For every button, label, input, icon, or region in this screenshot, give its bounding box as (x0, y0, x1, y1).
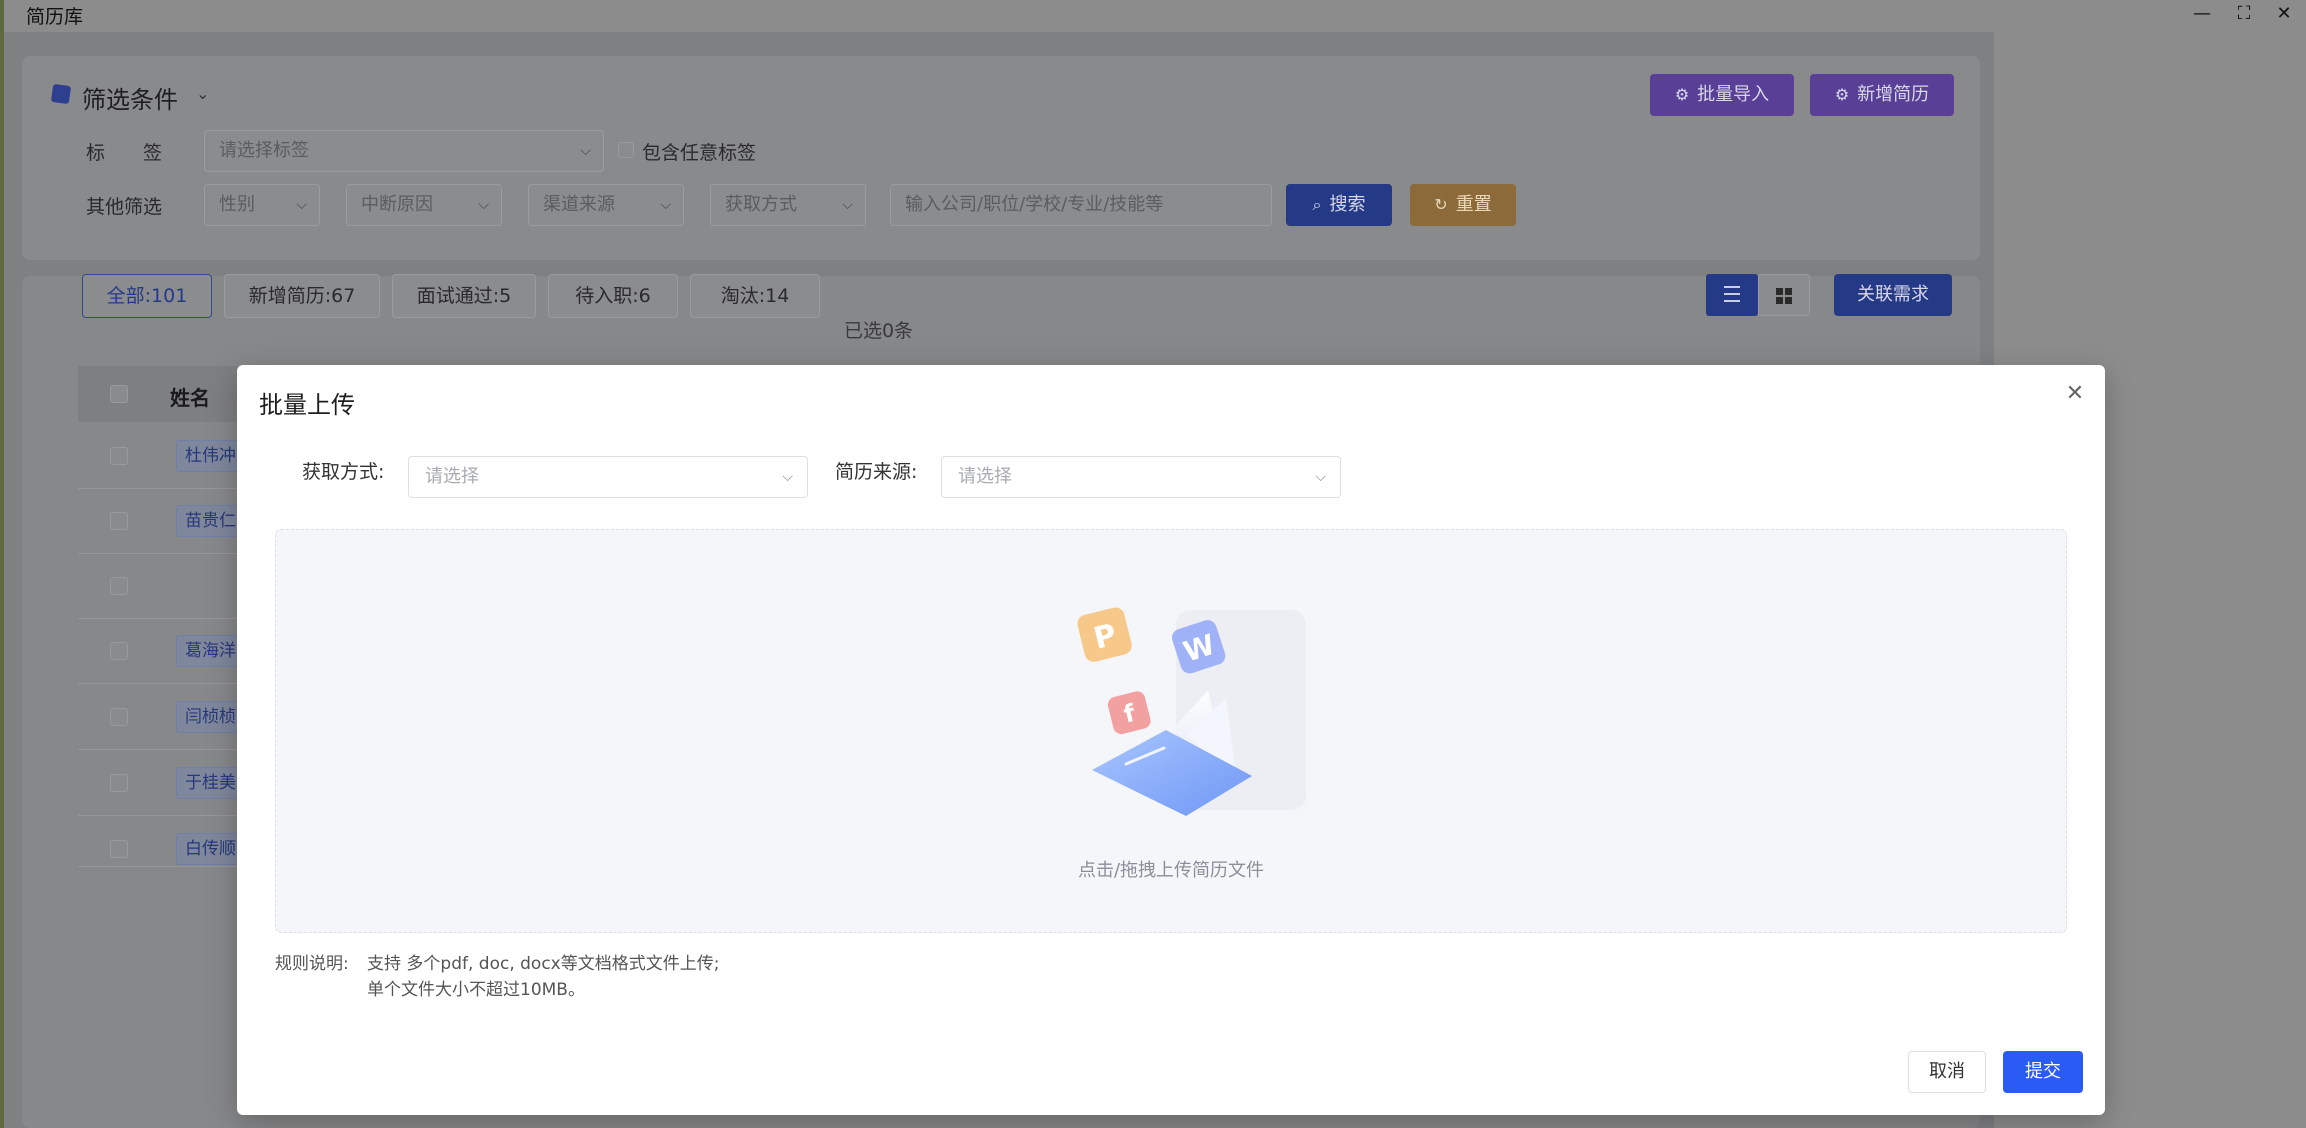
grid-icon (1776, 288, 1792, 304)
file-upload-illustration-icon: P W f (1077, 607, 1306, 816)
rules-line-1: 支持 多个pdf, doc, docx等文档格式文件上传; (367, 954, 720, 974)
include-any-tag-label: 包含任意标签 (642, 142, 757, 164)
search-button[interactable]: ⌕ 搜索 (1286, 184, 1392, 226)
close-icon[interactable]: ✕ (2060, 379, 2090, 409)
title-bar: 简历库 (4, 0, 2306, 32)
robot-icon: ⚙ (1674, 85, 1690, 104)
refresh-icon: ↻ (1434, 195, 1448, 214)
row-checkbox[interactable] (110, 447, 128, 465)
reset-button[interactable]: ↻ 重置 (1410, 184, 1516, 226)
other-filter-label: 其他筛选 (86, 196, 163, 218)
candidate-name-tag[interactable]: 苗贵仁 (176, 505, 245, 537)
grid-view-button[interactable] (1758, 274, 1810, 316)
candidate-name-tag[interactable]: 闫桢桢 (176, 701, 245, 733)
row-checkbox[interactable] (110, 840, 128, 858)
cancel-button[interactable]: 取消 (1908, 1051, 1986, 1093)
channel-source-select[interactable]: 渠道来源 ⌵ (528, 184, 684, 226)
table-header: 姓名 (78, 366, 246, 422)
tab-eliminated[interactable]: 淘汰:14 (690, 274, 820, 318)
tab-pending-onboard[interactable]: 待入职:6 (548, 274, 678, 318)
selected-count: 已选0条 (844, 320, 914, 342)
dialog-title: 批量上传 (259, 391, 355, 419)
interrupt-reason-select[interactable]: 中断原因 ⌵ (346, 184, 502, 226)
list-icon (1724, 286, 1740, 302)
minimize-button[interactable]: — (2180, 0, 2224, 30)
row-checkbox[interactable] (110, 642, 128, 660)
link-demand-button[interactable]: 关联需求 (1834, 274, 1952, 316)
close-window-button[interactable]: ✕ (2262, 0, 2306, 30)
batch-upload-dialog: 批量上传 ✕ 获取方式: 请选择 ⌵ 简历来源: 请选择 ⌵ P W f 点击/… (237, 365, 2105, 1115)
filter-title: 筛选条件 (82, 86, 178, 114)
tab-all[interactable]: 全部:101 (82, 274, 212, 318)
batch-import-button[interactable]: ⚙ 批量导入 (1650, 74, 1794, 116)
candidate-name-tag[interactable]: 白传顺 (176, 833, 245, 865)
include-any-tag-checkbox[interactable] (618, 142, 634, 158)
gender-select[interactable]: 性别 ⌵ (204, 184, 320, 226)
robot-icon: ⚙ (1834, 85, 1850, 104)
add-resume-button[interactable]: ⚙ 新增简历 (1810, 74, 1954, 116)
resume-source-label: 简历来源: (835, 461, 918, 483)
window-title: 简历库 (26, 6, 84, 28)
filter-panel: 筛选条件 ⌄ 标 签 请选择标签 ⌵ 包含任意标签 其他筛选 性别 ⌵ 中断原因 ⌵ … (22, 56, 1980, 260)
keyword-input[interactable]: 输入公司/职位/学校/专业/技能等 (890, 184, 1272, 226)
submit-button[interactable]: 提交 (2003, 1051, 2083, 1093)
row-checkbox[interactable] (110, 512, 128, 530)
chevron-down-icon: ⌵ (782, 469, 793, 485)
row-checkbox[interactable] (110, 577, 128, 595)
tag-label: 标 签 (86, 142, 163, 164)
tab-new-resume[interactable]: 新增简历:67 (224, 274, 380, 318)
rules-line-2: 单个文件大小不超过10MB。 (367, 980, 585, 1000)
candidate-name-tag[interactable]: 杜伟冲 (176, 440, 245, 472)
search-icon: ⌕ (1312, 195, 1322, 214)
maximize-button[interactable]: ⛶ (2222, 0, 2266, 30)
chevron-down-icon: ⌵ (1315, 469, 1326, 485)
tab-interview-passed[interactable]: 面试通过:5 (392, 274, 536, 318)
candidate-name-tag[interactable]: 葛海洋 (176, 635, 245, 667)
chevron-down-icon[interactable]: ⌄ (196, 84, 209, 103)
cube-icon (50, 83, 72, 105)
row-checkbox[interactable] (110, 774, 128, 792)
row-checkbox[interactable] (110, 708, 128, 726)
resume-source-dropdown[interactable]: 请选择 ⌵ (941, 456, 1341, 498)
acquire-method-label: 获取方式: (302, 461, 385, 483)
tag-select[interactable]: 请选择标签 ⌵ (204, 130, 604, 172)
chevron-down-icon: ⌵ (580, 143, 591, 159)
upload-hint-text: 点击/拖拽上传简历文件 (1077, 860, 1265, 881)
select-all-checkbox[interactable] (110, 385, 128, 403)
acquire-method-select[interactable]: 获取方式 ⌵ (710, 184, 866, 226)
upload-dropzone[interactable]: P W f 点击/拖拽上传简历文件 (275, 529, 2067, 933)
candidate-name-tag[interactable]: 于桂美 (176, 767, 245, 799)
rules-label: 规则说明: (275, 954, 349, 974)
list-view-button[interactable] (1706, 274, 1758, 316)
acquire-method-dropdown[interactable]: 请选择 ⌵ (408, 456, 808, 498)
name-column-header: 姓名 (170, 386, 210, 410)
